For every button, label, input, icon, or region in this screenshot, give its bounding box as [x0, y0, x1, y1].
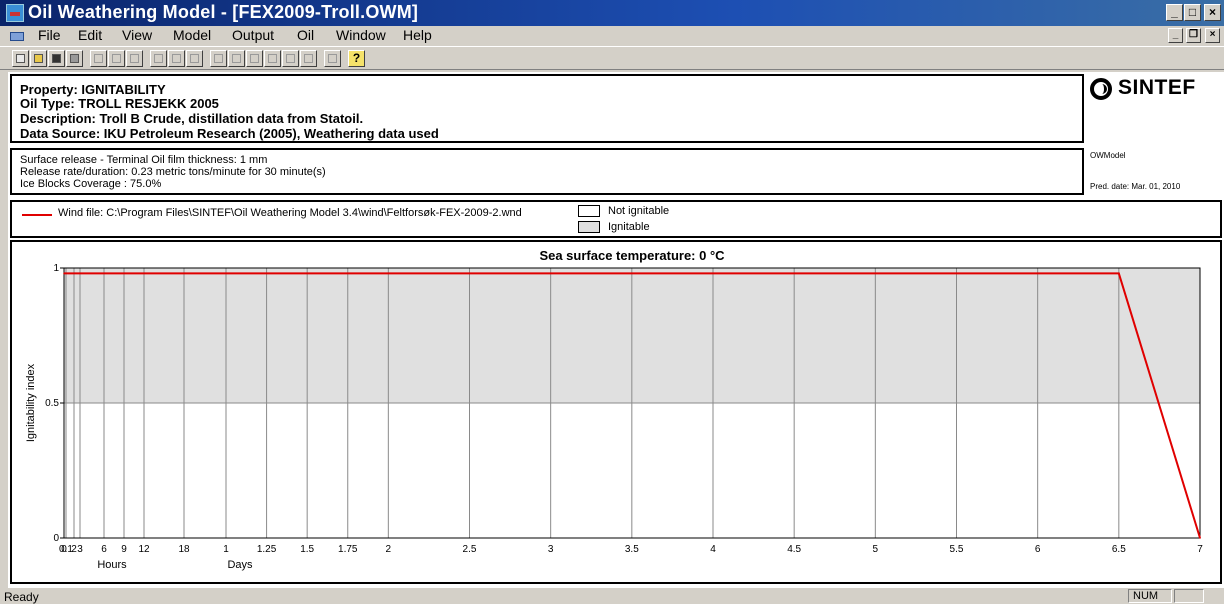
y-axis-label: Ignitability index	[25, 363, 37, 442]
series-point	[1118, 272, 1120, 275]
chart4-icon[interactable]	[210, 50, 227, 67]
window-title: Oil Weathering Model - [FEX2009-Troll.OW…	[28, 2, 419, 22]
menu-output[interactable]: Output	[232, 27, 274, 43]
sintef-logo: SINTEF	[1090, 76, 1220, 104]
mdi-minimize-button[interactable]: _	[1168, 28, 1183, 43]
copy-icon[interactable]	[108, 50, 125, 67]
x-tick-label-hour: 12	[138, 544, 150, 555]
chart2-icon[interactable]	[168, 50, 185, 67]
y-tick-label: 0.5	[45, 398, 59, 409]
about-icon[interactable]: ?	[348, 50, 365, 67]
y-tick-label: 1	[53, 263, 59, 274]
ignitable-label: Ignitable	[608, 221, 650, 233]
toolbar: ?	[0, 46, 1224, 70]
status-text: Ready	[4, 590, 39, 604]
chart8-icon[interactable]	[282, 50, 299, 67]
chart6-icon[interactable]	[246, 50, 263, 67]
oil-info-panel: Property: IGNITABILITY Oil Type: TROLL R…	[10, 74, 1084, 143]
status-pane-empty	[1174, 589, 1204, 603]
release-line-3: Ice Blocks Coverage : 75.0%	[20, 178, 162, 190]
not-ignitable-swatch	[578, 205, 600, 217]
chart3-icon[interactable]	[186, 50, 203, 67]
cut-icon[interactable]	[90, 50, 107, 67]
open-icon[interactable]	[30, 50, 47, 67]
legend-panel: Wind file: C:\Program Files\SINTEF\Oil W…	[10, 200, 1222, 238]
not-ignitable-label: Not ignitable	[608, 205, 670, 217]
app-icon[interactable]	[6, 4, 24, 22]
x-tick-label-day: 2.5	[463, 544, 477, 555]
menu-bar: File Edit View Model Output Oil Window H…	[0, 26, 1224, 46]
chart1-icon[interactable]	[150, 50, 167, 67]
chart-title: Sea surface temperature: 0 °C	[539, 248, 725, 263]
y-tick-label: 0	[53, 533, 59, 544]
title-bar[interactable]: Oil Weathering Model - [FEX2009-Troll.OW…	[0, 0, 1224, 26]
model-tag: OWModel	[1090, 151, 1126, 160]
sintef-logo-icon	[1090, 78, 1112, 100]
x-group-label-hours: Hours	[97, 559, 127, 571]
x-tick-label-day: 6	[1035, 544, 1041, 555]
new-icon[interactable]	[12, 50, 29, 67]
release-line-2: Release rate/duration: 0.23 metric tons/…	[20, 166, 326, 178]
menu-model[interactable]: Model	[173, 27, 211, 43]
x-group-label-days: Days	[227, 559, 253, 571]
ignitability-chart: Sea surface temperature: 0 °C00.12 3 6 9 12 1…	[25, 248, 1203, 571]
release-info-panel: Surface release - Terminal Oil film thic…	[10, 148, 1084, 195]
menu-help[interactable]: Help	[403, 27, 432, 43]
x-tick-label-day: 1.75	[338, 544, 358, 555]
print-icon[interactable]	[66, 50, 83, 67]
application-window: Oil Weathering Model - [FEX2009-Troll.OW…	[0, 0, 1224, 604]
minimize-button[interactable]: _	[1166, 4, 1183, 21]
mdi-close-button[interactable]: ×	[1205, 28, 1220, 43]
x-tick-label-day: 6.5	[1112, 544, 1126, 555]
num-lock-indicator: NUM	[1128, 589, 1172, 603]
status-bar: Ready NUM	[0, 589, 1224, 604]
document-icon[interactable]	[10, 32, 24, 41]
x-tick-label-day: 3.5	[625, 544, 639, 555]
x-tick-label-day: 5	[873, 544, 879, 555]
x-tick-label-day: 1.5	[300, 544, 314, 555]
menu-window[interactable]: Window	[336, 27, 386, 43]
data-source-label: Data Source: IKU Petroleum Research (200…	[20, 126, 439, 141]
wind-series-swatch	[22, 214, 52, 216]
chart-panel: Sea surface temperature: 0 °C 0 0.1 2 3 6 9 12 1…	[10, 240, 1222, 584]
help-question-glyph: ?	[349, 51, 364, 66]
x-tick-label-day: 4	[710, 544, 716, 555]
menu-view[interactable]: View	[122, 27, 152, 43]
x-tick-label-hour: 3	[77, 544, 83, 555]
save-icon[interactable]	[48, 50, 65, 67]
oil-type-label: Oil Type: TROLL RESJEKK 2005	[20, 96, 219, 111]
window-icon[interactable]	[324, 50, 341, 67]
menu-file[interactable]: File	[38, 27, 61, 43]
close-button[interactable]: ×	[1204, 4, 1221, 21]
x-tick-label-day: 1	[223, 544, 229, 555]
ignitable-swatch	[578, 221, 600, 233]
x-tick-label-day: 5.5	[950, 544, 964, 555]
menu-oil[interactable]: Oil	[297, 27, 314, 43]
property-label: Property: IGNITABILITY	[20, 82, 166, 97]
document-window: Property: IGNITABILITY Oil Type: TROLL R…	[8, 72, 1224, 588]
x-tick-label-hour: 6	[101, 544, 107, 555]
x-tick-label-hour: 9	[121, 544, 127, 555]
chart9-icon[interactable]	[300, 50, 317, 67]
mdi-restore-button[interactable]: ❐	[1186, 28, 1201, 43]
series-point	[63, 272, 65, 275]
release-line-1: Surface release - Terminal Oil film thic…	[20, 154, 268, 166]
x-tick-label-day: 4.5	[787, 544, 801, 555]
chart5-icon[interactable]	[228, 50, 245, 67]
wind-file-label: Wind file: C:\Program Files\SINTEF\Oil W…	[58, 207, 522, 219]
prediction-date: Pred. date: Mar. 01, 2010	[1090, 182, 1181, 191]
menu-edit[interactable]: Edit	[78, 27, 102, 43]
x-tick-label-day: 3	[548, 544, 554, 555]
x-tick-label-day: 7	[1197, 544, 1203, 555]
maximize-button[interactable]: □	[1184, 4, 1201, 21]
description-label: Description: Troll B Crude, distillation…	[20, 111, 364, 126]
brand-text: SINTEF	[1118, 76, 1196, 99]
x-tick-label-day: 2	[386, 544, 392, 555]
series-point	[1199, 537, 1201, 539]
paste-icon[interactable]	[126, 50, 143, 67]
x-tick-label-day: 1.25	[257, 544, 277, 555]
chart7-icon[interactable]	[264, 50, 281, 67]
x-tick-label-hour: 18	[178, 544, 190, 555]
